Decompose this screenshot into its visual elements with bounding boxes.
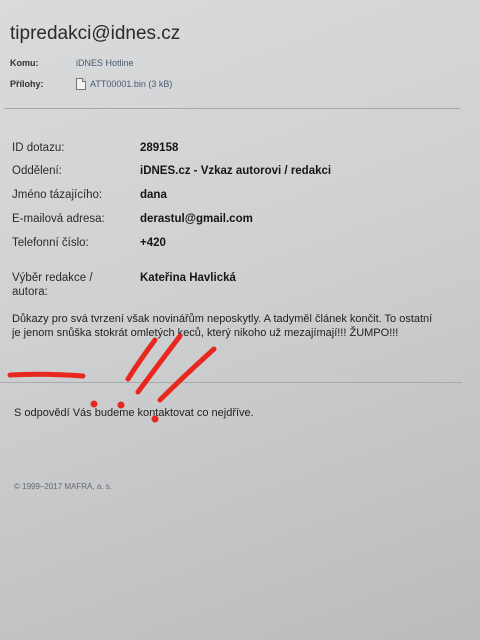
form-value: Kateřina Havlická	[140, 272, 236, 284]
message-divider	[0, 382, 462, 383]
file-icon[interactable]	[76, 78, 86, 90]
header-divider	[4, 108, 460, 109]
attachment-link[interactable]: ATT00001.bin (3 kB)	[90, 79, 172, 89]
form-label: E-mailová adresa:	[12, 213, 105, 225]
recipient-link[interactable]: iDNES Hotline	[76, 58, 134, 68]
marker-stroke	[135, 333, 183, 395]
attachments-label: Přílohy:	[10, 79, 44, 89]
recipient-row: Komu: iDNES Hotline	[10, 58, 134, 68]
form-value: +420	[140, 237, 166, 249]
reply-note: S odpovědí Vás budeme kontaktovat co nej…	[14, 407, 254, 419]
marker-stroke	[7, 371, 86, 379]
form-row-id: ID dotazu: 289158	[12, 141, 178, 155]
form-value: dana	[140, 189, 167, 201]
email-header: tipredakci@idnes.cz Komu: iDNES Hotline …	[0, 0, 480, 112]
message-text: Důkazy pro svá tvrzení však novinářům ne…	[12, 313, 433, 339]
form-row-department: Oddělení: iDNES.cz - Vzkaz autorovi / re…	[12, 164, 331, 178]
form-value: 289158	[140, 142, 179, 154]
sender-address: tipredakci@idnes.cz	[10, 23, 181, 44]
marker-stroke	[157, 346, 217, 403]
form-value: derastul@gmail.com	[140, 213, 253, 225]
form-row-editor: Výběr redakce / autora: Kateřina Havlick…	[12, 271, 236, 299]
form-label: Telefonní číslo:	[12, 237, 89, 249]
form-label: Výběr redakce / autora:	[12, 272, 93, 298]
copyright: © 1999–2017 MAFRA, a. s.	[14, 482, 112, 491]
form-row-name: Jméno tázajícího: dana	[12, 188, 167, 202]
marker-stroke	[125, 337, 158, 382]
attachments-row: Přílohy: ATT00001.bin (3 kB)	[10, 78, 172, 90]
form-label: Oddělení:	[12, 165, 62, 177]
form-label: Jméno tázajícího:	[12, 189, 103, 201]
form-row-phone: Telefonní číslo: +420	[12, 236, 166, 250]
recipient-label: Komu:	[10, 58, 39, 68]
form-label: ID dotazu:	[12, 142, 65, 154]
form-value: iDNES.cz - Vzkaz autorovi / redakci	[140, 165, 332, 177]
form-row-email: E-mailová adresa: derastul@gmail.com	[12, 212, 253, 226]
